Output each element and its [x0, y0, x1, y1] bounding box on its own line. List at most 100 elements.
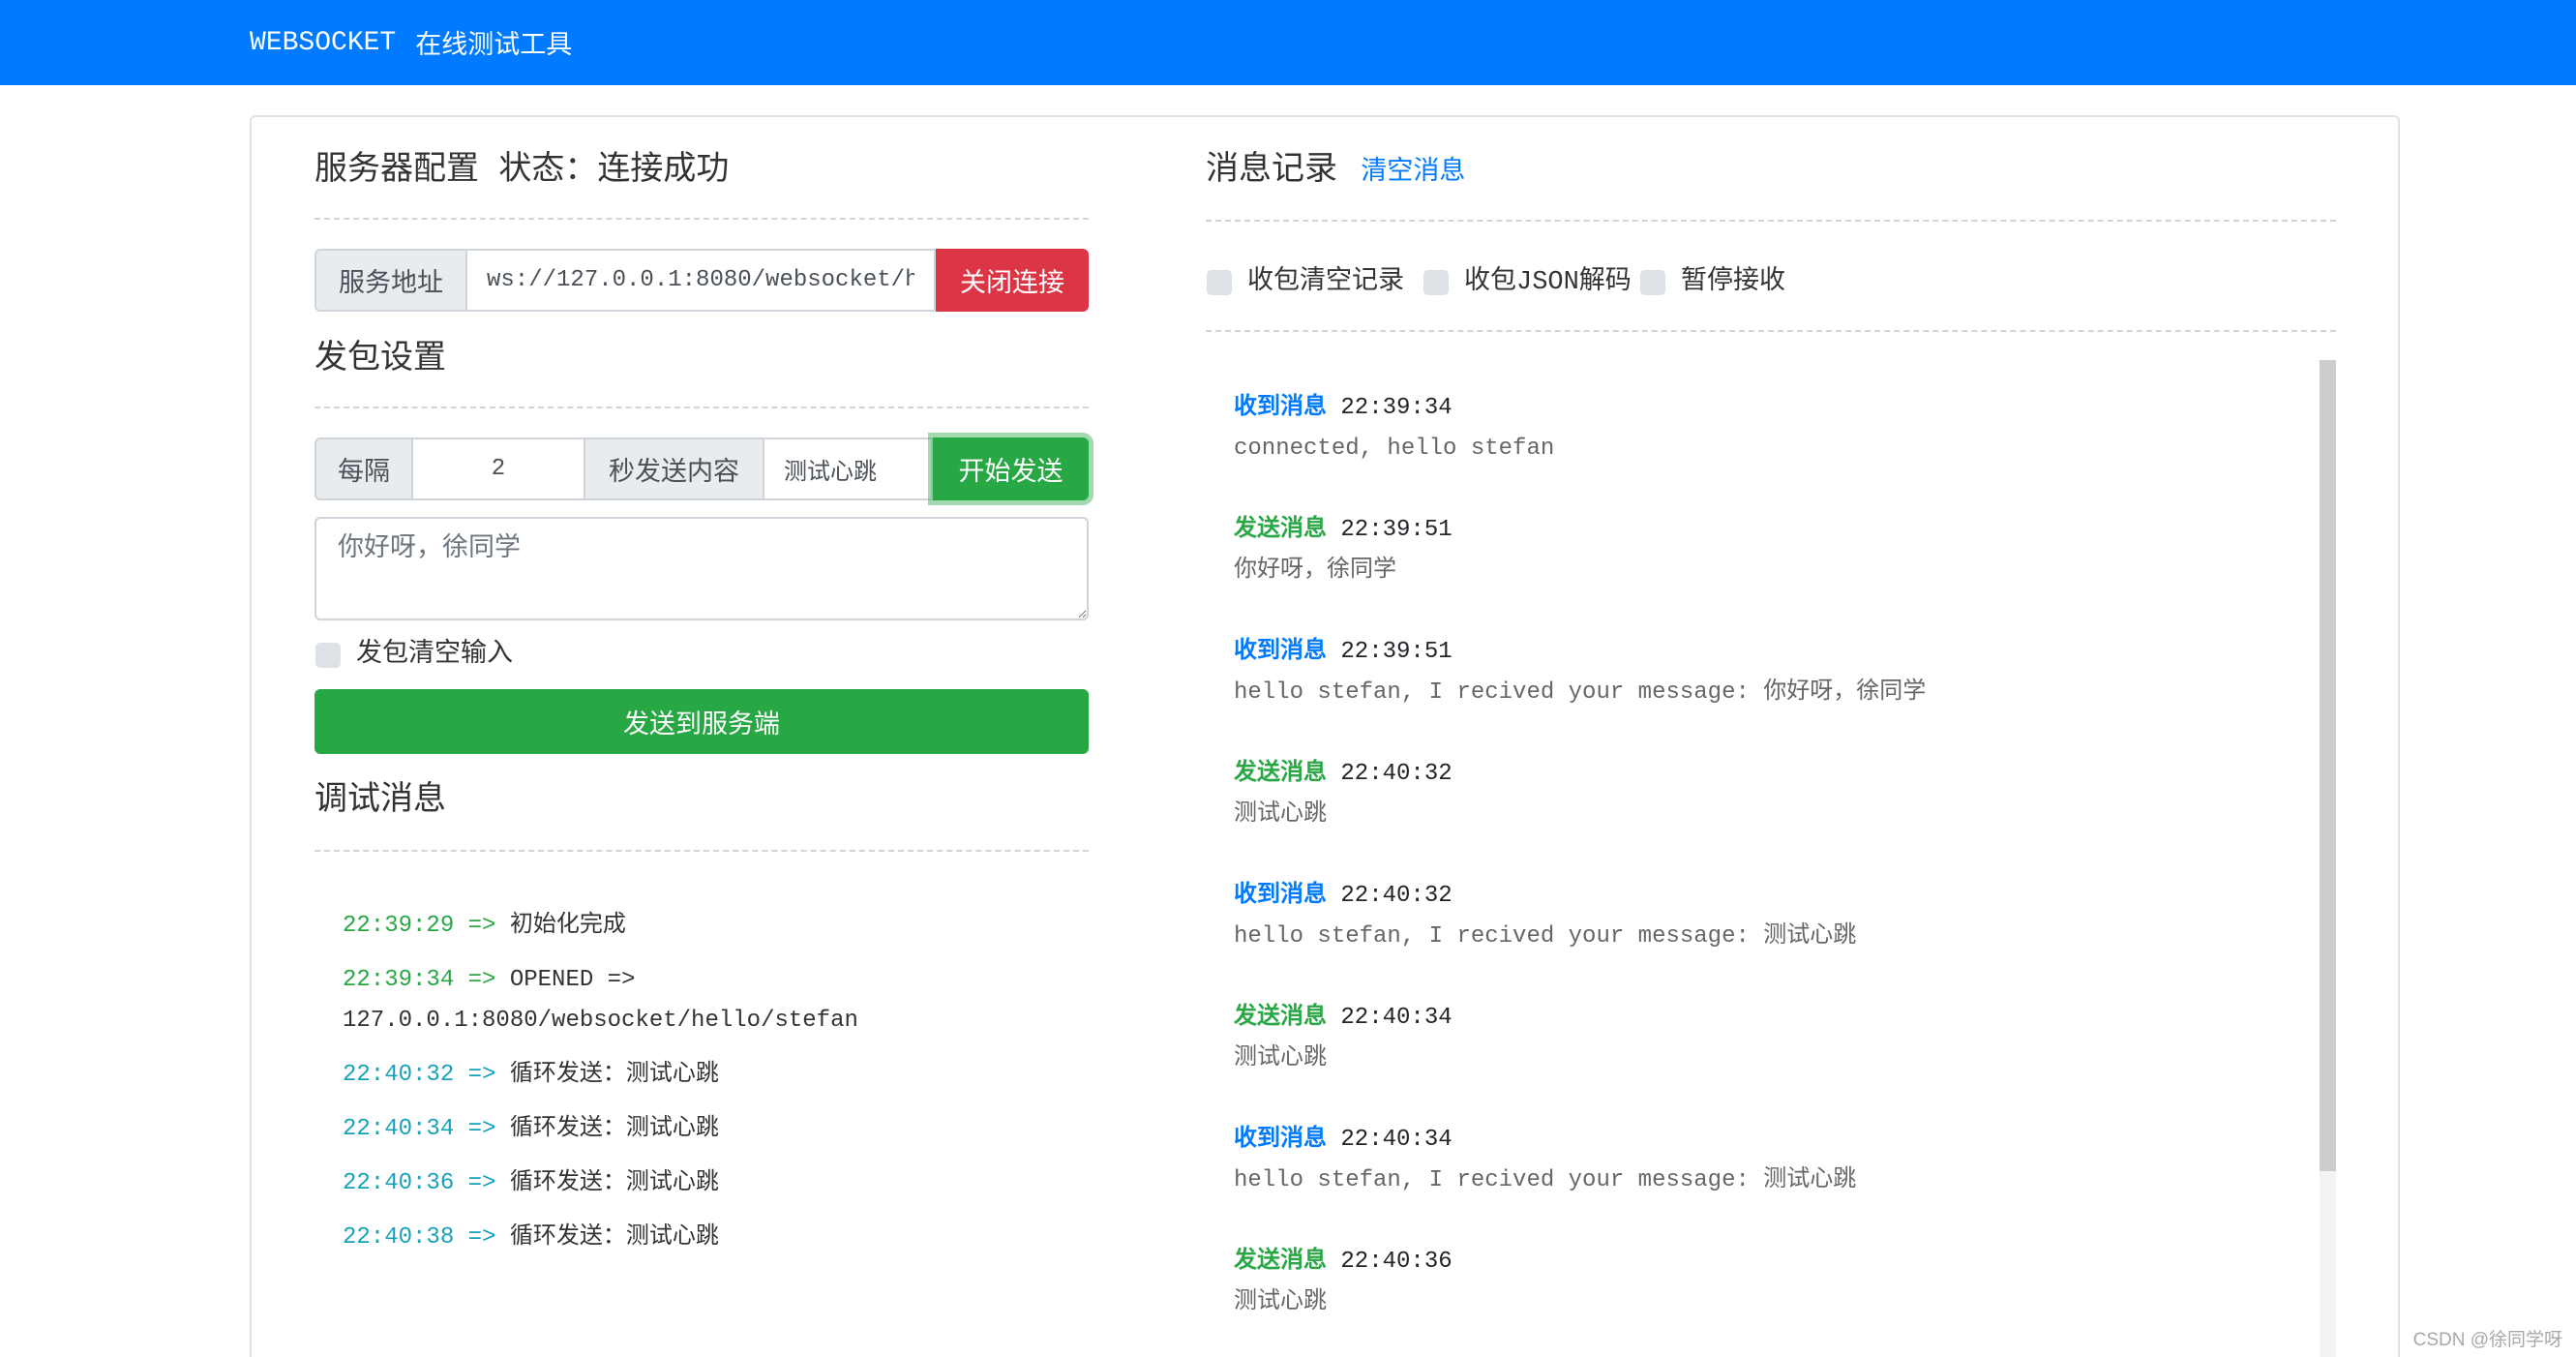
log-arrow: =>: [467, 913, 496, 939]
json-decode-option[interactable]: 收包JSON解码: [1423, 266, 1632, 299]
log-text: 循环发送：测试心跳: [509, 1116, 719, 1142]
message-header: 发送消息 22:40:32: [1234, 754, 2298, 795]
message-time: 22:39:51: [1340, 639, 1453, 665]
message-direction: 发送消息: [1234, 1249, 1327, 1275]
message-text: 测试心跳: [1234, 1289, 1327, 1315]
message-item: 收到消息 22:39:51 hello stefan, I recived yo…: [1234, 632, 2298, 713]
divider: [315, 850, 1089, 852]
json-decode-checkbox[interactable]: [1423, 270, 1449, 295]
message-log-panel[interactable]: 收到消息 22:39:34 connected, hello stefan 发送…: [1206, 360, 2336, 1357]
message-direction: 收到消息: [1234, 395, 1327, 421]
server-config-heading: 服务器配置 状态：连接成功: [315, 152, 729, 191]
scrollbar-thumb[interactable]: [2320, 360, 2336, 1171]
message-text: 测试心跳: [1234, 1045, 1327, 1071]
connection-status-value: 连接成功: [597, 153, 730, 190]
message-item: 发送消息 22:39:51 你好呀，徐同学: [1234, 510, 2298, 591]
message-direction: 发送消息: [1234, 517, 1327, 543]
message-direction: 收到消息: [1234, 883, 1327, 909]
interval-prefix-label: 每隔: [315, 437, 413, 500]
send-to-server-button[interactable]: 发送到服务端: [315, 689, 1089, 754]
message-header: 收到消息 22:39:34: [1234, 388, 2298, 429]
log-entry: 22:39:34 => OPENED => 127.0.0.1:8080/web…: [343, 960, 1078, 1041]
disconnect-button[interactable]: 关闭连接: [936, 249, 1089, 312]
clear-input-checkbox[interactable]: [315, 643, 341, 668]
message-item: 发送消息 22:40:32 测试心跳: [1234, 754, 2298, 835]
message-time: 22:40:34: [1340, 1005, 1453, 1031]
log-arrow: =>: [467, 1116, 496, 1142]
message-records-title: 消息记录: [1206, 153, 1337, 190]
message-time: 22:40:34: [1340, 1127, 1453, 1153]
divider: [1206, 330, 2336, 332]
log-text: 循环发送：测试心跳: [509, 1062, 719, 1088]
log-time: 22:39:29: [343, 913, 455, 939]
app-brand[interactable]: WEBSOCKET 在线测试工具: [250, 0, 572, 85]
message-header: 发送消息 22:39:51: [1234, 510, 2298, 551]
message-item: 发送消息 22:40:34 测试心跳: [1234, 998, 2298, 1079]
log-entry: 22:40:34 => 循环发送：测试心跳: [343, 1109, 1078, 1150]
server-config-title: 服务器配置: [315, 153, 479, 190]
json-decode-label[interactable]: 收包JSON解码: [1464, 266, 1632, 299]
log-arrow: =>: [467, 967, 496, 993]
message-text: hello stefan, I recived your message: 测试…: [1234, 1167, 1857, 1193]
divider: [1206, 220, 2336, 222]
message-item: 发送消息 22:40:36 测试心跳: [1234, 1242, 2298, 1323]
log-time: 22:40:38: [343, 1224, 455, 1251]
pause-receive-checkbox[interactable]: [1640, 270, 1665, 295]
server-address-label: 服务地址: [315, 249, 467, 312]
pause-receive-option[interactable]: 暂停接收: [1640, 266, 1785, 299]
message-item: 收到消息 22:40:34 hello stefan, I recived yo…: [1234, 1120, 2298, 1201]
brand-title: WEBSOCKET: [250, 27, 397, 58]
message-header: 收到消息 22:40:32: [1234, 876, 2298, 917]
log-time: 22:40:32: [343, 1062, 455, 1088]
log-entry: 22:40:36 => 循环发送：测试心跳: [343, 1163, 1078, 1204]
log-text: 循环发送：测试心跳: [509, 1224, 719, 1251]
clear-messages-link[interactable]: 清空消息: [1361, 159, 1465, 188]
debug-messages-title: 调试消息: [315, 783, 446, 820]
interval-input[interactable]: [413, 437, 585, 500]
message-direction: 发送消息: [1234, 1005, 1327, 1031]
divider: [315, 218, 1089, 220]
message-scrollbar[interactable]: [2320, 360, 2336, 1357]
interval-suffix-label: 秒发送内容: [585, 437, 764, 500]
watermark: CSDN @徐同学呀: [2412, 1330, 2562, 1350]
message-item: 收到消息 22:39:34 connected, hello stefan: [1234, 388, 2298, 469]
send-settings-title: 发包设置: [315, 342, 446, 378]
log-text: 初始化完成: [509, 913, 626, 939]
message-item: 收到消息 22:40:32 hello stefan, I recived yo…: [1234, 876, 2298, 957]
message-text: 你好呀，徐同学: [1234, 558, 1396, 584]
debug-log-list: 22:39:29 => 初始化完成 22:39:34 => OPENED => …: [343, 906, 1078, 1272]
loop-content-input[interactable]: [764, 437, 933, 500]
log-arrow: =>: [467, 1170, 496, 1196]
clear-input-option[interactable]: 发包清空输入: [315, 639, 513, 672]
message-time: 22:40:36: [1340, 1249, 1453, 1275]
server-address-group: 服务地址 关闭连接: [315, 249, 1089, 312]
start-loop-send-button[interactable]: 开始发送: [933, 437, 1089, 500]
message-records-heading: 消息记录 清空消息: [1206, 152, 1465, 193]
message-time: 22:40:32: [1340, 761, 1453, 787]
message-direction: 收到消息: [1234, 639, 1327, 665]
message-header: 收到消息 22:40:34: [1234, 1120, 2298, 1161]
connection-status-label: 状态：: [498, 153, 598, 190]
log-arrow: =>: [467, 1224, 496, 1251]
server-address-input[interactable]: [467, 249, 936, 312]
log-time: 22:39:34: [343, 967, 455, 993]
log-time: 22:40:36: [343, 1170, 455, 1196]
log-entry: 22:40:32 => 循环发送：测试心跳: [343, 1055, 1078, 1096]
log-text: 循环发送：测试心跳: [509, 1170, 719, 1196]
message-list: 收到消息 22:39:34 connected, hello stefan 发送…: [1234, 388, 2298, 1357]
divider: [315, 407, 1089, 408]
clear-input-label[interactable]: 发包清空输入: [356, 639, 513, 672]
message-text: hello stefan, I recived your message: 测试…: [1234, 923, 1857, 950]
message-header: 发送消息 22:40:36: [1234, 1242, 2298, 1282]
message-text: 测试心跳: [1234, 801, 1327, 828]
clear-on-receive-checkbox[interactable]: [1207, 270, 1232, 295]
clear-on-receive-option[interactable]: 收包清空记录: [1207, 266, 1404, 299]
pause-receive-label[interactable]: 暂停接收: [1681, 266, 1785, 299]
top-navbar: WEBSOCKET 在线测试工具: [0, 0, 2576, 85]
clear-on-receive-label[interactable]: 收包清空记录: [1247, 266, 1404, 299]
message-header: 收到消息 22:39:51: [1234, 632, 2298, 673]
message-textarea[interactable]: 你好呀，徐同学: [315, 517, 1089, 620]
log-time: 22:40:34: [343, 1116, 455, 1142]
message-header: 发送消息 22:40:34: [1234, 998, 2298, 1039]
message-time: 22:39:51: [1340, 517, 1453, 543]
